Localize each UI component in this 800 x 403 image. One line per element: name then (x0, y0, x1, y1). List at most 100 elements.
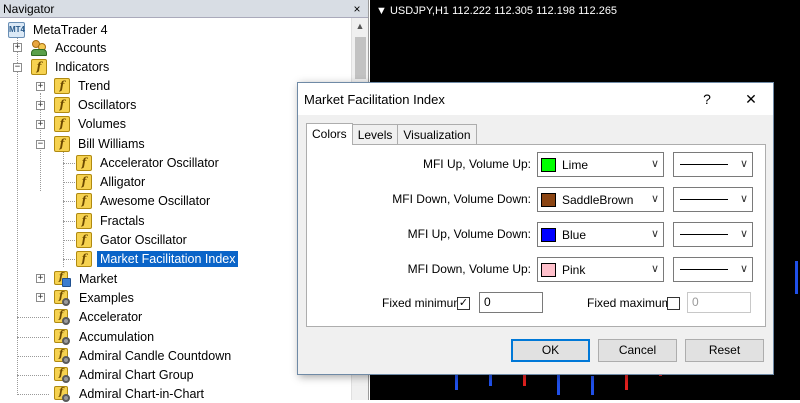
tree-item-market[interactable]: f Market (54, 269, 120, 288)
color-dropdown[interactable]: SaddleBrown ∨ (537, 187, 664, 212)
tree-item-alligator[interactable]: f Alligator (76, 172, 148, 191)
expand-icon[interactable]: + (36, 82, 45, 91)
navigator-header: Navigator × (0, 0, 368, 18)
reset-button[interactable]: Reset (685, 339, 764, 362)
tab-levels[interactable]: Levels (351, 124, 399, 144)
tree-item-label: Market Facilitation Index (97, 250, 239, 267)
line-style-dropdown[interactable]: ∨ (673, 187, 753, 212)
expand-icon[interactable]: + (36, 274, 45, 283)
indicator-folder-icon: f (54, 96, 70, 113)
dialog-title: Market Facilitation Index (304, 91, 445, 107)
indicator-folder-icon: f (54, 135, 70, 152)
tree-item-accumulation[interactable]: f Accumulation (54, 327, 157, 346)
fixed-minimum-checkbox[interactable]: ✓ (457, 297, 470, 310)
expand-icon[interactable]: + (36, 120, 45, 129)
color-dropdown[interactable]: Lime ∨ (537, 152, 664, 177)
candle-4 (591, 376, 594, 396)
indicator-folder-icon: f (54, 77, 70, 94)
color-name: Pink (562, 262, 586, 277)
accounts-icon (30, 39, 48, 56)
fixed-minimum-input[interactable]: 0 (479, 292, 543, 313)
indicator-icon: f (76, 192, 92, 209)
line-style-dropdown[interactable]: ∨ (673, 152, 753, 177)
chart-symbol-title: ▼ USDJPY,H1 112.222 112.305 112.198 112.… (376, 5, 618, 17)
tree-item-label: Oscillators (78, 97, 137, 112)
tree-item-admiral-candle-countdown[interactable]: f Admiral Candle Countdown (54, 346, 234, 365)
tree-item-gator-oscillator[interactable]: f Gator Oscillator (76, 230, 190, 249)
navigator-title: Navigator (3, 1, 55, 16)
cancel-button[interactable]: Cancel (598, 339, 677, 362)
expand-icon[interactable]: + (36, 101, 45, 110)
fixed-maximum-label: Fixed maximum (587, 296, 672, 310)
tree-item-bill-williams[interactable]: f Bill Williams (54, 134, 148, 153)
chevron-down-icon: ∨ (650, 193, 659, 205)
color-row-label: MFI Up, Volume Up: (422, 157, 531, 171)
indicator-dialog: Market Facilitation Index ? ✕ Colors Lev… (297, 82, 774, 375)
tree-item-oscillators[interactable]: f Oscillators (54, 95, 139, 114)
indicator-icon: f (76, 173, 92, 190)
tree-item-label: Accelerator (79, 309, 143, 324)
tree-item-label: Examples (79, 290, 134, 305)
dialog-titlebar[interactable]: Market Facilitation Index ? ✕ (298, 83, 773, 115)
color-swatch (541, 262, 556, 277)
chevron-down-icon: ∨ (650, 158, 659, 170)
color-row-label: MFI Up, Volume Down: (407, 227, 531, 241)
custom-indicator-icon: f (54, 347, 71, 364)
line-style-preview (680, 164, 728, 165)
color-row-mfi-up-volume-up: MFI Up, Volume Up: Lime ∨ ∨ (307, 152, 767, 178)
tree-item-label: Alligator (100, 174, 146, 189)
tree-item-label: Fractals (100, 213, 145, 228)
candle-10 (795, 260, 798, 295)
fixed-maximum-input[interactable]: 0 (687, 292, 751, 313)
help-button[interactable]: ? (685, 83, 729, 115)
tree-item-label: Volumes (78, 116, 126, 131)
expand-icon[interactable]: + (13, 43, 22, 52)
indicator-icon: f (76, 250, 92, 267)
tree-item-label: Accelerator Oscillator (100, 155, 219, 170)
tree-item-awesome-oscillator[interactable]: f Awesome Oscillator (76, 191, 213, 210)
close-icon[interactable]: ✕ (729, 83, 773, 115)
expand-icon[interactable]: + (36, 293, 45, 302)
tree-item-label: Trend (78, 78, 111, 93)
tree-item-volumes[interactable]: f Volumes (54, 114, 129, 133)
tree-item-examples[interactable]: f Examples (54, 288, 137, 307)
ok-button[interactable]: OK (511, 339, 590, 362)
color-name: Lime (562, 157, 589, 172)
line-style-preview (680, 234, 728, 235)
tree-item-metatrader4[interactable]: MT4 MetaTrader 4 (8, 20, 111, 39)
indicator-folder-icon: f (54, 115, 70, 132)
tree-item-label: Admiral Chart Group (79, 367, 194, 382)
tab-visualization[interactable]: Visualization (397, 124, 477, 144)
color-row-mfi-down-volume-up: MFI Down, Volume Up: Pink ∨ ∨ (307, 257, 767, 283)
color-dropdown[interactable]: Pink ∨ (537, 257, 664, 282)
collapse-icon[interactable]: − (36, 140, 45, 149)
color-dropdown[interactable]: Blue ∨ (537, 222, 664, 247)
custom-indicator-icon: f (54, 366, 71, 383)
tree-item-label: Admiral Candle Countdown (79, 348, 232, 363)
scroll-up-arrow-icon[interactable]: ▲ (352, 18, 368, 35)
tab-strip: Colors Levels Visualization (306, 123, 477, 145)
tree-item-admiral-chart-in-chart[interactable]: f Admiral Chart-in-Chart (54, 384, 207, 403)
line-style-dropdown[interactable]: ∨ (673, 222, 753, 247)
chevron-down-icon: ∨ (650, 228, 659, 240)
scrollbar-thumb[interactable] (355, 37, 366, 79)
custom-indicator-icon: f (54, 328, 71, 345)
close-icon[interactable]: × (350, 2, 364, 16)
tree-item-indicators[interactable]: f Indicators (31, 57, 112, 76)
tree-item-accelerator[interactable]: f Accelerator (54, 307, 145, 326)
tree-item-market-facilitation-index[interactable]: f Market Facilitation Index (76, 249, 239, 268)
tree-item-label: Accounts (55, 40, 107, 55)
tree-item-accelerator-oscillator[interactable]: f Accelerator Oscillator (76, 153, 222, 172)
color-row-label: MFI Down, Volume Down: (392, 192, 531, 206)
tab-colors[interactable]: Colors (306, 123, 353, 145)
collapse-icon[interactable]: − (13, 63, 22, 72)
chevron-down-icon: ∨ (739, 193, 748, 205)
tree-item-admiral-chart-group[interactable]: f Admiral Chart Group (54, 365, 197, 384)
fixed-maximum-checkbox[interactable] (667, 297, 680, 310)
color-swatch (541, 192, 556, 207)
line-style-dropdown[interactable]: ∨ (673, 257, 753, 282)
indicator-folder-icon: f (31, 58, 47, 75)
tree-item-fractals[interactable]: f Fractals (76, 211, 147, 230)
tree-item-accounts[interactable]: Accounts (30, 38, 109, 57)
tree-item-trend[interactable]: f Trend (54, 76, 113, 95)
